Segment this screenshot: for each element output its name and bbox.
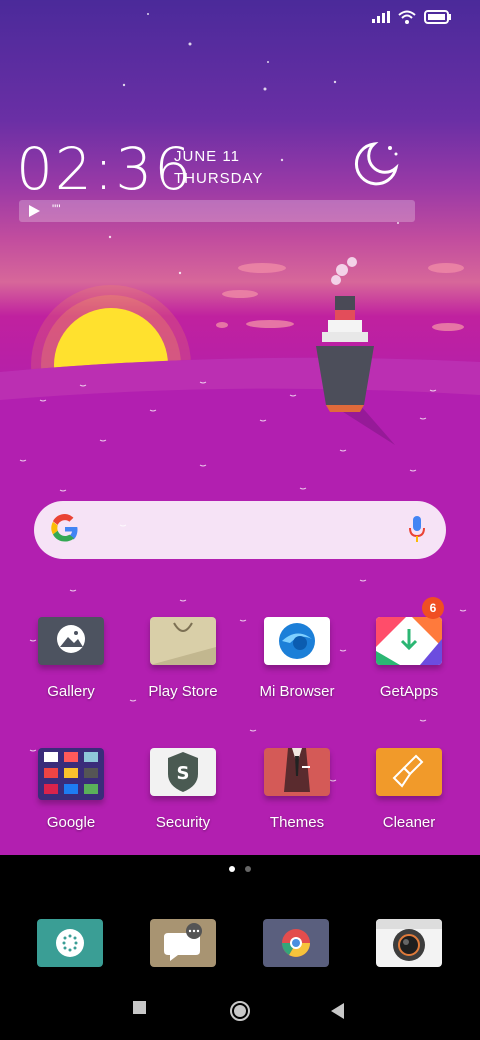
wallpaper: 02:36 JUNE 11 THURSDAY "" Gallery Play S… <box>0 0 480 855</box>
wallpaper-scene <box>0 13 480 855</box>
dock-chrome[interactable] <box>263 919 329 967</box>
app-label: Gallery <box>47 683 95 700</box>
app-label: Play Store <box>148 683 218 700</box>
home-button[interactable] <box>229 1000 251 1022</box>
chrome-icon <box>282 929 310 957</box>
play-icon[interactable] <box>29 205 40 217</box>
app-label: Security <box>155 814 211 831</box>
page-dot[interactable] <box>245 866 251 872</box>
app-play-store[interactable]: Play Store <box>128 617 238 700</box>
clock-widget[interactable]: 02:36 JUNE 11 THURSDAY <box>16 135 262 203</box>
app-cleaner[interactable]: Cleaner <box>354 748 464 831</box>
battery-icon <box>424 10 451 24</box>
status-bar <box>372 10 452 24</box>
app-label: Mi Browser <box>259 683 335 700</box>
moon-icon <box>354 141 399 186</box>
app-security[interactable]: S Security <box>128 748 238 831</box>
notification-badge: 6 <box>422 597 444 619</box>
app-label: Themes <box>269 814 325 831</box>
google-folder-icon <box>38 748 104 800</box>
date-text: JUNE 11 <box>174 148 240 165</box>
app-mi-browser[interactable]: Mi Browser <box>242 617 352 700</box>
app-themes[interactable]: Themes <box>242 748 352 831</box>
themes-icon <box>264 748 330 796</box>
back-button[interactable] <box>330 1002 346 1020</box>
phone-icon <box>56 929 84 957</box>
app-label: Google <box>46 814 96 831</box>
messages-icon <box>164 923 202 961</box>
getapps-icon <box>376 617 442 665</box>
app-google-folder[interactable]: Google <box>16 748 126 831</box>
weekday-text: THURSDAY <box>174 170 264 187</box>
google-icon <box>51 514 78 542</box>
page-dot-active[interactable] <box>229 866 235 872</box>
mic-icon[interactable] <box>408 516 426 544</box>
app-label: Cleaner <box>382 814 436 831</box>
signal-icon <box>372 11 390 23</box>
play-store-icon <box>150 617 216 665</box>
wifi-icon <box>398 10 416 24</box>
cleaner-icon <box>376 748 442 796</box>
music-widget[interactable]: "" <box>19 200 415 222</box>
app-label: GetApps <box>379 683 439 700</box>
recents-button[interactable] <box>132 1000 148 1016</box>
camera-icon <box>376 919 442 961</box>
clock-date: JUNE 11 THURSDAY <box>174 146 263 190</box>
security-icon: S <box>150 748 216 796</box>
gallery-icon <box>38 617 104 665</box>
dock-messages[interactable] <box>150 919 216 967</box>
app-getapps[interactable]: 6 GetApps <box>354 597 464 700</box>
search-bar[interactable] <box>34 501 446 559</box>
dock-camera[interactable] <box>376 919 442 967</box>
mi-browser-icon <box>264 617 330 665</box>
clock-time: 02:36 <box>16 135 194 203</box>
dock-phone[interactable] <box>37 919 103 967</box>
svg-text:S: S <box>177 763 190 784</box>
page-indicator <box>229 866 251 872</box>
app-gallery[interactable]: Gallery <box>16 617 126 700</box>
music-title: "" <box>52 202 61 216</box>
